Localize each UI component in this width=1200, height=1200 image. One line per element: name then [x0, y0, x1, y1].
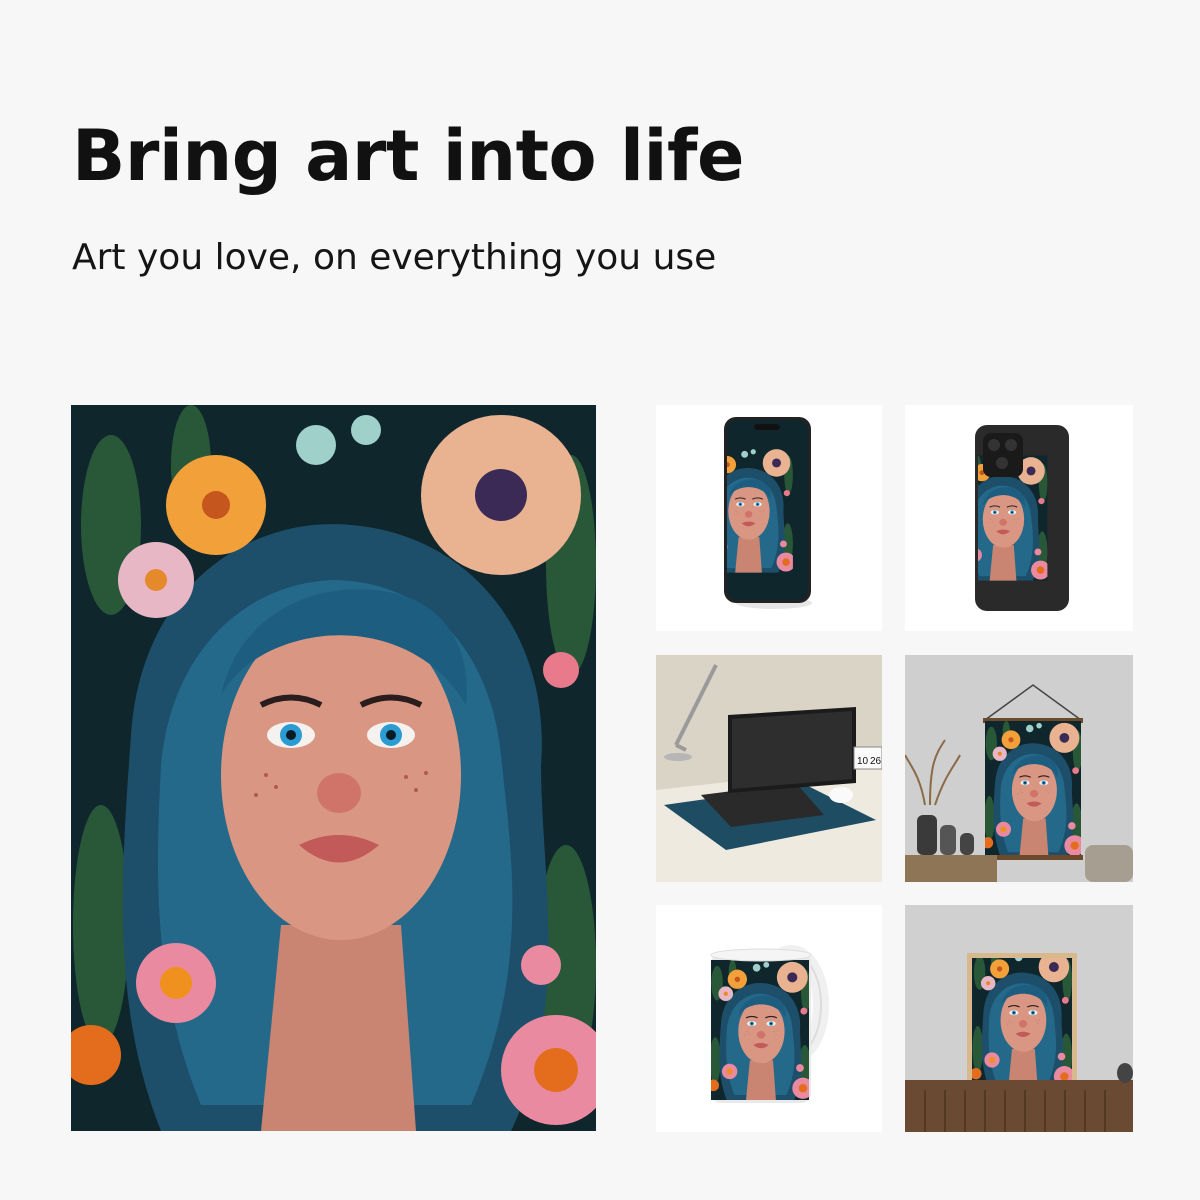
- product-phone-case[interactable]: [905, 405, 1133, 631]
- product-phone-mockup[interactable]: [656, 405, 882, 631]
- hanging-poster-image: [905, 655, 1133, 882]
- product-mug[interactable]: [656, 905, 882, 1132]
- desk-mat-image: 10 26: [656, 655, 882, 882]
- mug-image: [710, 945, 829, 1103]
- product-hanging-poster[interactable]: [905, 655, 1133, 882]
- calendar-day2: 26: [870, 756, 882, 767]
- main-artwork[interactable]: [71, 405, 596, 1131]
- phone-case-image: [975, 425, 1069, 611]
- page-title: Bring art into life: [72, 115, 744, 197]
- artwork-image: [71, 405, 596, 1131]
- phone-mockup-image: [724, 417, 812, 609]
- page-subtitle: Art you love, on everything you use: [72, 237, 717, 278]
- product-desk-mat[interactable]: 10 26: [656, 655, 882, 882]
- product-framed-print[interactable]: [905, 905, 1133, 1132]
- framed-print-image: [905, 905, 1133, 1132]
- calendar-day1: 10: [857, 756, 869, 767]
